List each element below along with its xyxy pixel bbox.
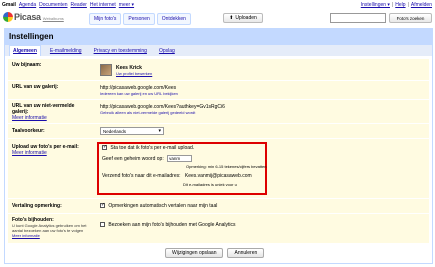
gbar-link-gmail[interactable]: Gmail (2, 2, 16, 8)
nav-my-photos[interactable]: Mijn foto's (89, 13, 122, 25)
email-more-info-link[interactable]: Meer informatie (12, 150, 92, 156)
tab-privacy[interactable]: Privacy en toestemming (91, 46, 150, 56)
nickname-label: Uw bijnaam: (12, 62, 42, 68)
gbar-link-more[interactable]: meer ▾ (119, 2, 134, 8)
translate-option-label: Opmerkingen automatisch vertalen naar mi… (108, 203, 218, 209)
email-upload-checkbox[interactable] (102, 144, 107, 151)
cancel-button[interactable]: Annuleren (227, 248, 265, 258)
tab-storage[interactable]: Opslag (156, 46, 178, 56)
search-input[interactable] (330, 13, 386, 23)
tab-general[interactable]: Algemeen (9, 45, 41, 56)
google-bar-account: Instellingen ▾ | Help | Afmelden (361, 2, 432, 8)
row-language: Taalvoorkeur: Nederlands (8, 124, 429, 139)
analytics-option-label: Bezoeken aan mijn foto's bijhouden met G… (108, 222, 236, 228)
translate-label: Vertaling opmerking: (12, 203, 62, 209)
secret-word-label: Geef een geheim woord op: (102, 155, 164, 162)
row-unlisted-url: URL van uw niet-vermelde galerij: Meer i… (8, 100, 429, 124)
unlisted-url-hint: Gebruik alleen als niet-vermelde galerij… (100, 110, 196, 115)
email-address-hint: Dit e-mailadres is uniek voor u (183, 182, 237, 187)
language-label: Taalvoorkeur: (12, 128, 45, 134)
analytics-checkbox[interactable] (100, 222, 105, 228)
settings-content: Uw bijnaam: Kees Krick Uw profiel bewerk… (8, 59, 429, 244)
gallery-url-hint: Iedereen kan uw galerij en uw URL bekijk… (100, 91, 178, 96)
upload-button[interactable]: ⬆ Uploaden (223, 13, 263, 23)
gbar-settings-link[interactable]: Instellingen ▾ (361, 2, 390, 8)
tab-email-notification[interactable]: E-mailmelding (47, 46, 85, 56)
row-translate: Vertaling opmerking: Opmerkingen automat… (8, 199, 429, 214)
nav-explore[interactable]: Ontdekken (156, 13, 191, 25)
analytics-description: U kunt Google Analytics gebruiken om het… (12, 223, 87, 233)
page-title: Instellingen (5, 29, 432, 45)
save-button[interactable]: Wijzigingen opslaan (165, 248, 224, 258)
settings-tabs: Algemeen E-mailmelding Privacy en toeste… (5, 45, 432, 56)
row-email-upload: Upload uw foto's per e-mail: Meer inform… (8, 139, 429, 199)
google-bar: Gmail Agenda Documenten Reader Het inter… (0, 0, 435, 9)
email-address-label: Verzend foto's naar dit e-mailadres: (102, 173, 181, 179)
logo-sub: Webalbums (42, 16, 64, 21)
row-nickname: Uw bijnaam: Kees Krick Uw profiel bewerk… (8, 59, 429, 81)
gallery-url-label: URL van uw galerij: (12, 84, 59, 90)
unlisted-url-label: URL van uw niet-vermelde galerij: (12, 103, 75, 115)
secret-word-hint: Opmerking: min 6-15 tekenes/cijfers beva… (186, 164, 267, 169)
settings-panel: Instellingen Algemeen E-mailmelding Priv… (4, 28, 433, 264)
gbar-link-internet[interactable]: Het internet (90, 2, 116, 8)
email-address-value: Kees.vanmij@picasaweb.com (184, 173, 252, 179)
logo-word: Picasa (14, 12, 41, 22)
row-analytics: Foto's bijhouden: U kunt Google Analytic… (8, 214, 429, 244)
translate-checkbox[interactable] (100, 202, 105, 209)
picasa-logo-icon (3, 12, 13, 22)
gbar-link-documenten[interactable]: Documenten (39, 2, 67, 8)
language-select[interactable]: Nederlands (100, 127, 164, 135)
form-buttons: Wijzigingen opslaan Annuleren (165, 248, 265, 258)
avatar (100, 64, 112, 76)
unlisted-more-info-link[interactable]: Meer informatie (12, 115, 92, 121)
gbar-separator: | (391, 2, 394, 8)
header: Picasa Webalbums Mijn foto's Personen On… (0, 9, 435, 25)
google-bar-links: Gmail Agenda Documenten Reader Het inter… (2, 2, 134, 8)
gbar-signout-link[interactable]: Afmelden (411, 2, 432, 8)
gbar-help-link[interactable]: Help (395, 2, 405, 8)
analytics-more-info-link[interactable]: Meer informatie (12, 233, 92, 239)
edit-profile-link[interactable]: Uw profiel bewerken (116, 71, 152, 77)
nav-people[interactable]: Personen (123, 13, 155, 25)
email-upload-allow-label: Sta toe dat ik foto's per e-mail upload. (110, 145, 195, 151)
secret-word-input[interactable]: vanm (167, 155, 193, 162)
search-button[interactable]: Foto's zoeken (389, 13, 432, 23)
upload-label: Uploaden (235, 15, 257, 21)
gbar-link-agenda[interactable]: Agenda (19, 2, 36, 8)
gbar-separator: | (407, 2, 409, 8)
picasa-logo[interactable]: Picasa Webalbums (3, 10, 73, 24)
upload-icon: ⬆ (229, 15, 234, 21)
row-gallery-url: URL van uw galerij: http://picasaweb.goo… (8, 81, 429, 100)
main-nav: Mijn foto's Personen Ontdekken (89, 13, 191, 25)
gbar-link-reader[interactable]: Reader (71, 2, 87, 8)
